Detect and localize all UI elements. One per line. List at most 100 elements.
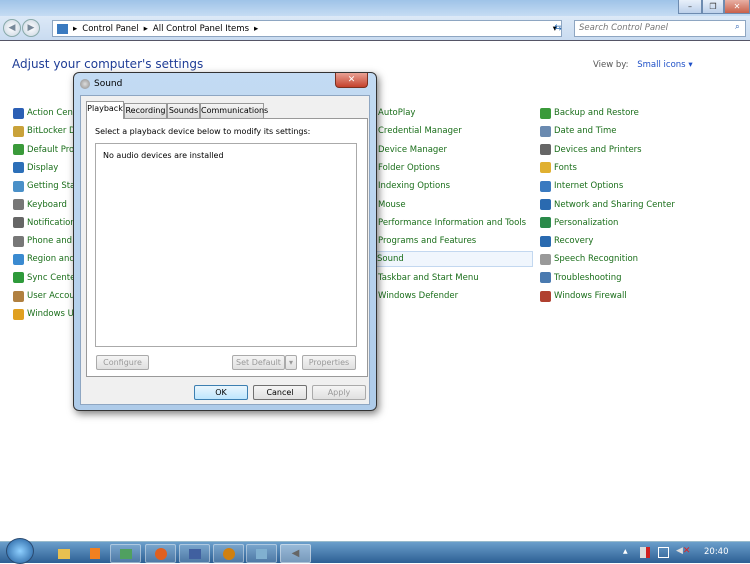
tab-recording[interactable]: Recording (124, 103, 167, 118)
control-panel-item[interactable]: Recovery (540, 233, 593, 249)
control-panel-item[interactable]: Sync Center (13, 270, 79, 286)
control-panel-item[interactable]: Taskbar and Start Menu (378, 270, 479, 286)
clock[interactable]: 20:40 (704, 547, 729, 557)
control-panel-item[interactable]: BitLocker Dr (13, 123, 79, 139)
control-panel-item[interactable]: Credential Manager (378, 123, 462, 139)
control-panel-item[interactable]: Region and (13, 251, 75, 267)
item-label: BitLocker Dr (27, 126, 80, 137)
chevron-down-icon[interactable]: ▾ (688, 60, 692, 70)
control-panel-item[interactable]: Device Manager (378, 142, 447, 158)
control-panel-item[interactable]: Action Cent (13, 105, 76, 121)
action-center-flag-icon[interactable] (640, 547, 650, 558)
instruction-text: Select a playback device below to modify… (95, 127, 311, 136)
dialog-body: Playback Recording Sounds Communications… (80, 95, 370, 405)
volume-muted-icon[interactable]: ◀✕ (676, 546, 690, 556)
control-panel-item[interactable]: Phone and M (13, 233, 82, 249)
control-panel-item[interactable]: Devices and Printers (540, 142, 642, 158)
control-panel-item[interactable]: Keyboard (13, 197, 67, 213)
control-panel-item[interactable]: Display (13, 160, 58, 176)
tab-playback[interactable]: Playback (86, 101, 124, 119)
control-panel-taskbar-button[interactable] (110, 544, 141, 563)
close-button[interactable]: ✕ (724, 0, 750, 14)
dialog-close-button[interactable]: ✕ (335, 73, 368, 88)
control-panel-item[interactable]: Internet Options (540, 178, 623, 194)
breadcrumb-control-panel[interactable]: Control Panel (82, 24, 138, 34)
tab-sounds[interactable]: Sounds (167, 103, 200, 118)
item-label: AutoPlay (378, 108, 416, 118)
item-label: Display (27, 162, 59, 173)
control-panel-item[interactable]: Fonts (540, 160, 577, 176)
cancel-button[interactable]: Cancel (253, 385, 307, 400)
control-panel-item[interactable]: Windows Defender (378, 288, 458, 304)
control-panel-item[interactable]: Troubleshooting (540, 270, 622, 286)
control-panel-item[interactable]: Windows Firewall (540, 288, 627, 304)
control-panel-item[interactable]: Personalization (540, 215, 618, 231)
view-by-dropdown[interactable]: Small icons (637, 60, 685, 70)
apply-button[interactable]: Apply (312, 385, 366, 400)
item-label: Windows Up (27, 309, 80, 320)
forward-button[interactable]: ▶ (22, 19, 40, 37)
app3-taskbar-button[interactable] (246, 544, 277, 563)
item-label: Recovery (554, 236, 594, 247)
item-label: Windows Firewall (554, 291, 627, 301)
item-label: Notification (27, 217, 76, 228)
control-panel-item[interactable]: User Accou (13, 288, 75, 304)
control-panel-item[interactable]: Windows Up (13, 306, 79, 322)
item-label: Credential Manager (378, 126, 462, 137)
network-icon (256, 548, 267, 559)
app2-taskbar-button[interactable] (213, 544, 244, 563)
keyboard-icon (13, 199, 24, 210)
search-input[interactable]: Search Control Panel (574, 20, 746, 37)
breadcrumb-all-items[interactable]: All Control Panel Items (153, 24, 249, 34)
speaker-icon: ◀ (291, 548, 300, 559)
app-taskbar-button[interactable] (179, 544, 210, 563)
control-panel-item[interactable]: Indexing Options (378, 178, 450, 194)
control-panel-item[interactable]: Getting Star (13, 178, 79, 194)
control-panel-item[interactable]: Sound (376, 251, 533, 268)
control-panel-item[interactable]: Date and Time (540, 123, 617, 139)
item-label: Mouse (378, 199, 406, 210)
properties-button[interactable]: Properties (302, 355, 356, 370)
control-panel-item[interactable]: Default Prog (13, 142, 80, 158)
control-panel-item[interactable]: AutoPlay (378, 105, 415, 121)
control-panel-item[interactable]: Folder Options (378, 160, 440, 176)
sound-taskbar-button[interactable]: ◀ (280, 544, 311, 563)
windows-update-icon (13, 308, 24, 320)
item-label: Devices and Printers (554, 144, 642, 155)
network-tray-icon[interactable] (658, 547, 669, 558)
item-label: Troubleshooting (554, 272, 622, 283)
set-default-dropdown[interactable]: ▾ (285, 355, 297, 370)
item-label: Keyboard (27, 199, 67, 210)
back-button[interactable]: ◀ (3, 19, 21, 37)
explorer-taskbar-button[interactable] (48, 544, 79, 563)
phone-icon (13, 235, 24, 247)
display-icon (13, 162, 24, 174)
playback-panel: Select a playback device below to modify… (86, 118, 368, 377)
item-label: Folder Options (378, 162, 440, 173)
start-button[interactable] (6, 538, 34, 564)
tab-communications[interactable]: Communications (200, 103, 268, 118)
control-panel-item[interactable]: Performance Information and Tools (378, 215, 526, 231)
control-panel-item[interactable]: Speech Recognition (540, 251, 638, 267)
firefox-taskbar-button[interactable] (145, 544, 176, 563)
control-panel-item[interactable]: Network and Sharing Center (540, 197, 675, 213)
ok-button[interactable]: OK (194, 385, 248, 400)
refresh-button[interactable]: ⇆ (548, 20, 568, 37)
clock-icon (540, 125, 551, 137)
item-label: Default Prog (27, 144, 80, 155)
view-by-label: View by: (593, 60, 629, 70)
maximize-button[interactable]: ❐ (702, 0, 724, 14)
address-bar[interactable]: ▸ Control Panel ▸ All Control Panel Item… (52, 20, 562, 37)
configure-button[interactable]: Configure (96, 355, 149, 370)
control-panel-item[interactable]: Mouse (378, 197, 406, 213)
control-panel-item[interactable]: Backup and Restore (540, 105, 639, 121)
media-player-taskbar-button[interactable] (79, 544, 110, 563)
troubleshoot-icon (540, 272, 551, 284)
control-panel-item[interactable]: Notification (13, 215, 76, 231)
tray-arrow-icon[interactable]: ▲ (623, 548, 628, 555)
control-panel-item[interactable]: Programs and Features (378, 233, 476, 249)
device-list[interactable]: No audio devices are installed (95, 143, 357, 347)
minimize-button[interactable]: – (678, 0, 702, 14)
search-icon[interactable]: ⌕ (735, 22, 740, 32)
set-default-button[interactable]: Set Default (232, 355, 285, 370)
